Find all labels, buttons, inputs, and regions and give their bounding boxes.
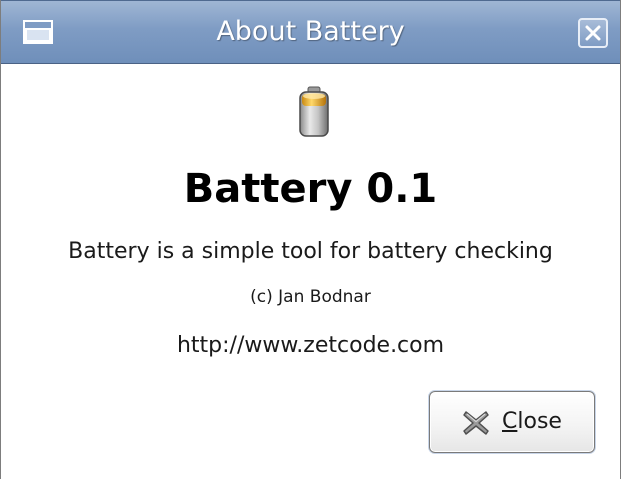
title-bar[interactable]: About Battery [1, 0, 620, 64]
app-comments: Battery is a simple tool for battery che… [68, 239, 553, 264]
about-dialog: About Battery Battery 0.1 Battery is a s… [0, 0, 621, 479]
website-link[interactable]: http://www.zetcode.com [1, 331, 620, 361]
battery-icon [299, 86, 329, 137]
titlebar-close-button[interactable] [578, 18, 608, 48]
window-menu-icon[interactable] [23, 20, 53, 44]
close-x-icon [463, 411, 489, 435]
app-name-version: Battery 0.1 [183, 166, 438, 212]
window-title: About Battery [216, 16, 405, 47]
app-copyright: (c) Jan Bodnar [250, 287, 371, 307]
close-button-label: Close [502, 409, 562, 434]
close-icon [585, 25, 601, 41]
close-button[interactable]: Close [429, 391, 595, 453]
